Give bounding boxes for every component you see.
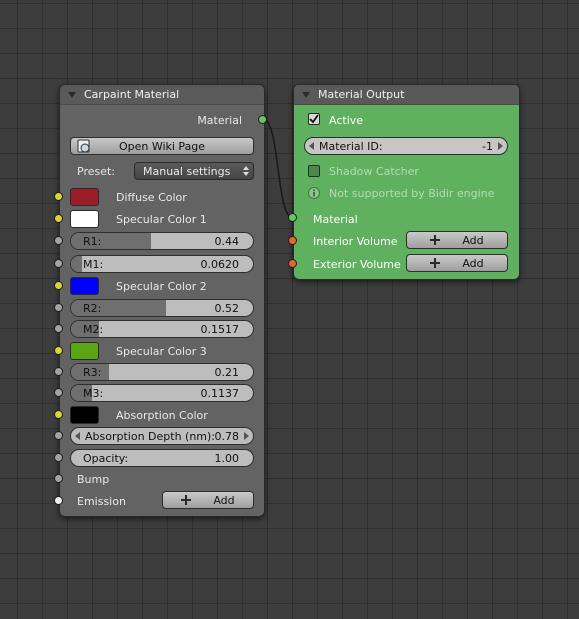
- specular-color-1-socket[interactable]: [54, 214, 63, 223]
- specular-color-3-swatch[interactable]: [70, 342, 99, 360]
- node-header[interactable]: Carpaint Material: [60, 85, 264, 105]
- specular-color-2-swatch[interactable]: [70, 277, 99, 295]
- node-title: Material Output: [318, 88, 405, 101]
- plus-icon: [430, 235, 441, 245]
- preset-label: Preset:: [77, 165, 116, 178]
- exterior-volume-label: Exterior Volume: [313, 258, 401, 271]
- shadow-catcher-label: Shadow Catcher: [329, 165, 419, 178]
- m1-label: M1:: [83, 258, 104, 271]
- r2-label: R2:: [83, 302, 102, 315]
- exterior-add-button[interactable]: Add: [406, 254, 508, 272]
- specular-color-3-label: Specular Color 3: [116, 345, 207, 358]
- exterior-volume-socket[interactable]: [288, 259, 297, 268]
- interior-volume-socket[interactable]: [288, 236, 297, 245]
- r1-slider[interactable]: R1: 0.44: [70, 232, 254, 250]
- m1-value: 0.0620: [200, 258, 240, 271]
- active-checkbox[interactable]: [308, 113, 320, 125]
- bump-label: Bump: [77, 473, 110, 486]
- opacity-slider[interactable]: Opacity: 1.00: [70, 449, 254, 467]
- collapse-triangle-icon[interactable]: [302, 91, 310, 98]
- m3-slider[interactable]: M3: 0.1137: [70, 384, 254, 402]
- m2-value: 0.1517: [200, 323, 240, 336]
- m2-slider[interactable]: M2: 0.1517: [70, 320, 254, 338]
- preset-value: Manual settings: [143, 165, 231, 178]
- r3-socket[interactable]: [54, 367, 63, 376]
- m1-socket[interactable]: [54, 259, 63, 268]
- material-output-label: Material: [197, 114, 242, 127]
- carpaint-material-node[interactable]: Carpaint Material Material Open Wiki Pag…: [59, 84, 265, 517]
- updown-arrows-icon: [243, 166, 249, 176]
- absorption-depth-field[interactable]: Absorption Depth (nm): 0.78: [70, 427, 254, 445]
- arrow-left-icon[interactable]: [309, 142, 314, 150]
- r1-socket[interactable]: [54, 236, 63, 245]
- absorption-color-swatch[interactable]: [70, 406, 99, 424]
- shadow-catcher-checkbox[interactable]: [308, 165, 320, 177]
- material-output-node[interactable]: Material Output Active Material ID: -1 S…: [293, 84, 520, 280]
- absorption-depth-label: Absorption Depth (nm):: [85, 430, 216, 443]
- bump-socket[interactable]: [54, 474, 63, 483]
- r2-socket[interactable]: [54, 303, 63, 312]
- diffuse-color-socket[interactable]: [54, 192, 63, 201]
- emission-add-label: Add: [213, 493, 235, 507]
- material-input-socket[interactable]: [288, 213, 297, 222]
- m3-socket[interactable]: [54, 388, 63, 397]
- arrow-left-icon[interactable]: [75, 432, 80, 440]
- interior-volume-label: Interior Volume: [313, 235, 398, 248]
- arrow-right-icon[interactable]: [244, 432, 249, 440]
- diffuse-color-swatch[interactable]: [70, 188, 99, 206]
- not-supported-text: Not supported by Bidir engine: [329, 187, 495, 200]
- absorption-depth-value: 0.78: [214, 430, 240, 443]
- exterior-add-label: Add: [462, 256, 484, 270]
- interior-add-button[interactable]: Add: [406, 231, 508, 249]
- material-id-label: Material ID:: [319, 140, 383, 153]
- absorption-depth-socket[interactable]: [54, 431, 63, 440]
- preset-dropdown[interactable]: Manual settings: [134, 162, 254, 180]
- node-header[interactable]: Material Output: [294, 85, 519, 105]
- opacity-label: Opacity:: [83, 452, 129, 465]
- r3-slider[interactable]: R3: 0.21: [70, 363, 254, 381]
- wiki-icon: [77, 139, 90, 153]
- diffuse-color-label: Diffuse Color: [116, 191, 187, 204]
- interior-add-label: Add: [462, 233, 484, 247]
- collapse-triangle-icon[interactable]: [68, 91, 76, 98]
- emission-add-button[interactable]: Add: [162, 491, 254, 509]
- open-wiki-label: Open Wiki Page: [118, 139, 206, 153]
- material-output-socket[interactable]: [258, 115, 267, 124]
- material-id-value: -1: [482, 140, 493, 153]
- opacity-socket[interactable]: [54, 453, 63, 462]
- emission-socket[interactable]: [54, 496, 63, 505]
- specular-color-2-label: Specular Color 2: [116, 280, 207, 293]
- r3-label: R3:: [83, 366, 102, 379]
- absorption-color-socket[interactable]: [54, 410, 63, 419]
- node-title: Carpaint Material: [84, 88, 180, 101]
- specular-color-2-socket[interactable]: [54, 281, 63, 290]
- r1-label: R1:: [83, 235, 102, 248]
- m2-socket[interactable]: [54, 324, 63, 333]
- info-icon: [308, 187, 320, 199]
- active-label: Active: [329, 114, 364, 127]
- plus-icon: [430, 258, 441, 268]
- open-wiki-button[interactable]: Open Wiki Page: [70, 137, 254, 155]
- r2-value: 0.52: [214, 302, 240, 315]
- r2-slider[interactable]: R2: 0.52: [70, 299, 254, 317]
- m3-label: M3:: [83, 387, 104, 400]
- m1-slider[interactable]: M1: 0.0620: [70, 255, 254, 273]
- absorption-color-label: Absorption Color: [116, 409, 208, 422]
- checkmark-icon: [309, 114, 319, 124]
- material-id-field[interactable]: Material ID: -1: [304, 137, 508, 155]
- specular-color-1-swatch[interactable]: [70, 210, 99, 228]
- specular-color-3-socket[interactable]: [54, 346, 63, 355]
- opacity-value: 1.00: [214, 452, 240, 465]
- material-input-label: Material: [313, 213, 358, 226]
- m2-label: M2:: [83, 323, 104, 336]
- arrow-right-icon[interactable]: [498, 142, 503, 150]
- emission-label: Emission: [77, 495, 126, 508]
- m3-value: 0.1137: [200, 387, 240, 400]
- r1-value: 0.44: [214, 235, 240, 248]
- r3-value: 0.21: [214, 366, 240, 379]
- plus-icon: [181, 495, 192, 505]
- specular-color-1-label: Specular Color 1: [116, 213, 207, 226]
